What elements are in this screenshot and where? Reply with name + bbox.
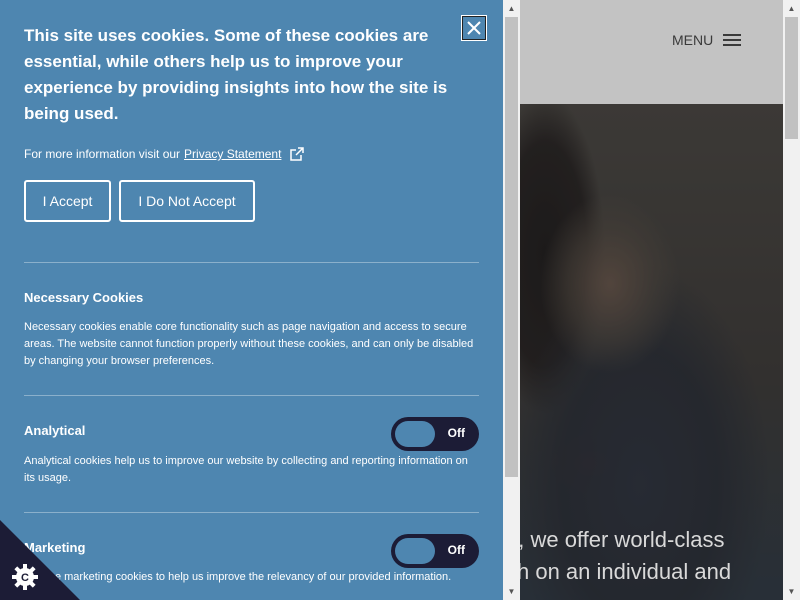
scroll-up-icon[interactable]: ▲ bbox=[783, 0, 800, 17]
scrollbar-thumb[interactable] bbox=[505, 17, 518, 477]
analytical-title: Analytical bbox=[24, 423, 86, 438]
scroll-down-icon[interactable]: ▼ bbox=[503, 583, 520, 600]
toggle-state-label: Off bbox=[447, 543, 465, 557]
scroll-down-icon[interactable]: ▼ bbox=[783, 583, 800, 600]
close-icon bbox=[467, 21, 481, 35]
marketing-toggle[interactable]: Off bbox=[391, 534, 479, 568]
toggle-knob bbox=[395, 421, 435, 447]
analytical-description: Analytical cookies help us to improve ou… bbox=[24, 455, 468, 484]
hero-text-line-2: ch on an individual and bbox=[506, 559, 732, 584]
scrollbar-thumb[interactable] bbox=[785, 17, 798, 139]
more-info-text: For more information visit our bbox=[24, 147, 181, 161]
more-info: For more information visit our Privacy S… bbox=[24, 146, 305, 162]
privacy-statement-link[interactable]: Privacy Statement bbox=[184, 147, 281, 161]
cookie-panel-title: This site uses cookies. Some of these co… bbox=[24, 26, 448, 123]
toggle-state-label: Off bbox=[447, 426, 465, 440]
cookie-panel: This site uses cookies. Some of these co… bbox=[0, 0, 503, 600]
necessary-cookies-title: Necessary Cookies bbox=[24, 290, 144, 305]
hamburger-icon bbox=[723, 33, 742, 47]
menu-label: MENU bbox=[672, 32, 714, 48]
analytical-toggle[interactable]: Off bbox=[391, 417, 479, 451]
marketing-description: We use marketing cookies to help us impr… bbox=[24, 571, 452, 583]
cookie-panel-scrollbar[interactable]: ▲ ▼ bbox=[503, 0, 520, 600]
svg-text:C: C bbox=[21, 572, 29, 584]
necessary-cookies-description: Necessary cookies enable core functional… bbox=[24, 321, 474, 367]
decline-button[interactable]: I Do Not Accept bbox=[119, 180, 255, 222]
cookie-settings-icon: C bbox=[12, 564, 38, 590]
divider bbox=[24, 395, 479, 396]
accept-button[interactable]: I Accept bbox=[24, 180, 111, 222]
toggle-knob bbox=[395, 538, 435, 564]
external-link-icon[interactable] bbox=[289, 146, 305, 162]
cookie-settings-badge[interactable]: C bbox=[0, 520, 80, 600]
divider bbox=[24, 262, 479, 263]
hero-text-line-1: o, we offer world-class bbox=[506, 527, 725, 552]
page-scrollbar[interactable]: ▲ ▼ bbox=[783, 0, 800, 600]
menu-button[interactable]: MENU bbox=[672, 32, 742, 48]
divider bbox=[24, 512, 479, 513]
hero-text: o, we offer world-class ch on an individ… bbox=[506, 524, 783, 588]
scroll-up-icon[interactable]: ▲ bbox=[503, 0, 520, 17]
close-button[interactable] bbox=[461, 15, 487, 41]
